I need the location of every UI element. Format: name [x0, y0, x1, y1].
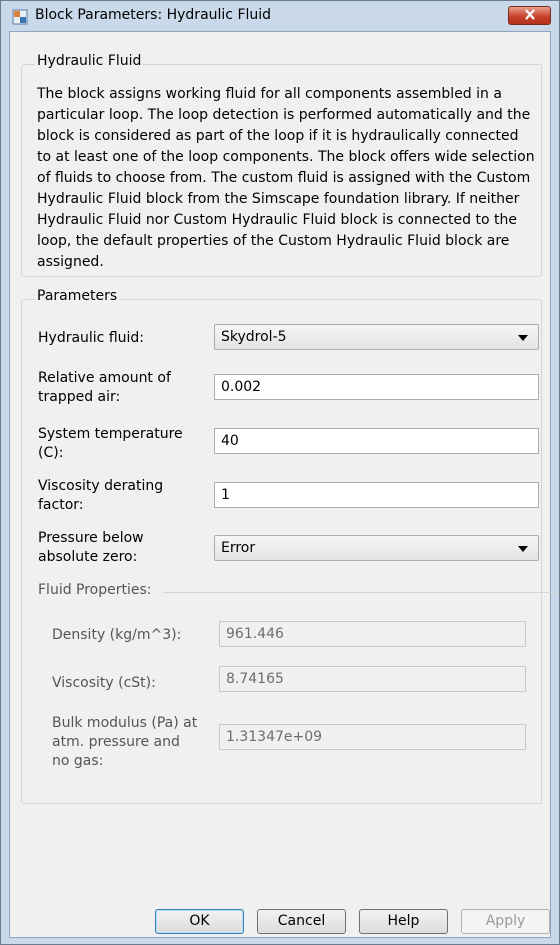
- viscosity-derating-value: 1: [221, 487, 230, 503]
- chevron-down-icon: [518, 546, 528, 552]
- dialog-window: Block Parameters: Hydraulic Fluid Hydrau…: [0, 0, 560, 945]
- bulk-modulus-label-line2: atm. pressure and: [52, 734, 180, 750]
- hydraulic-fluid-value: Skydrol-5: [221, 329, 287, 345]
- fluid-properties-title: Fluid Properties:: [38, 582, 152, 598]
- density-field: 961.446: [219, 621, 526, 647]
- close-button[interactable]: [508, 6, 551, 25]
- bulk-modulus-label-line1: Bulk modulus (Pa) at: [52, 715, 198, 731]
- viscosity-field: 8.74165: [219, 666, 526, 692]
- bulk-modulus-value: 1.31347e+09: [226, 729, 323, 745]
- parameters-group-title: Parameters: [35, 288, 120, 304]
- help-button[interactable]: Help: [359, 909, 448, 934]
- chevron-down-icon: [518, 335, 528, 341]
- pressure-below-zero-label-line1: Pressure below: [38, 530, 144, 546]
- system-temperature-input[interactable]: 40: [214, 428, 539, 454]
- pressure-below-zero-label-line2: absolute zero:: [38, 549, 138, 565]
- system-temperature-label-line1: System temperature: [38, 426, 183, 442]
- trapped-air-label-line2: trapped air:: [38, 389, 121, 405]
- simulink-block-icon: [12, 9, 28, 25]
- viscosity-derating-label-line1: Viscosity derating: [38, 478, 164, 494]
- close-icon: [524, 8, 536, 24]
- cancel-button[interactable]: Cancel: [257, 909, 346, 934]
- hydraulic-fluid-label: Hydraulic fluid:: [38, 330, 145, 346]
- fluid-properties-divider: [163, 592, 559, 593]
- density-value: 961.446: [226, 626, 284, 642]
- bulk-modulus-label-line3: no gas:: [52, 753, 104, 769]
- trapped-air-label-line1: Relative amount of: [38, 370, 171, 386]
- block-description: The block assigns working fluid for all …: [37, 86, 535, 270]
- viscosity-label: Viscosity (cSt):: [52, 675, 156, 691]
- viscosity-derating-label-line2: factor:: [38, 497, 84, 513]
- system-temperature-label-line2: (C):: [38, 445, 64, 461]
- description-group-title: Hydraulic Fluid: [35, 53, 144, 69]
- system-temperature-value: 40: [221, 433, 239, 449]
- title-bar[interactable]: Block Parameters: Hydraulic Fluid: [1, 1, 559, 31]
- bulk-modulus-field: 1.31347e+09: [219, 724, 526, 750]
- pressure-below-zero-select[interactable]: Error: [214, 535, 539, 561]
- trapped-air-input[interactable]: 0.002: [214, 374, 539, 400]
- viscosity-value: 8.74165: [226, 671, 284, 687]
- ok-button[interactable]: OK: [155, 909, 244, 934]
- density-label: Density (kg/m^3):: [52, 627, 182, 643]
- apply-button[interactable]: Apply: [461, 909, 550, 934]
- pressure-below-zero-value: Error: [221, 540, 256, 556]
- viscosity-derating-input[interactable]: 1: [214, 482, 539, 508]
- trapped-air-value: 0.002: [221, 379, 262, 395]
- window-title: Block Parameters: Hydraulic Fluid: [35, 7, 272, 23]
- hydraulic-fluid-select[interactable]: Skydrol-5: [214, 324, 539, 350]
